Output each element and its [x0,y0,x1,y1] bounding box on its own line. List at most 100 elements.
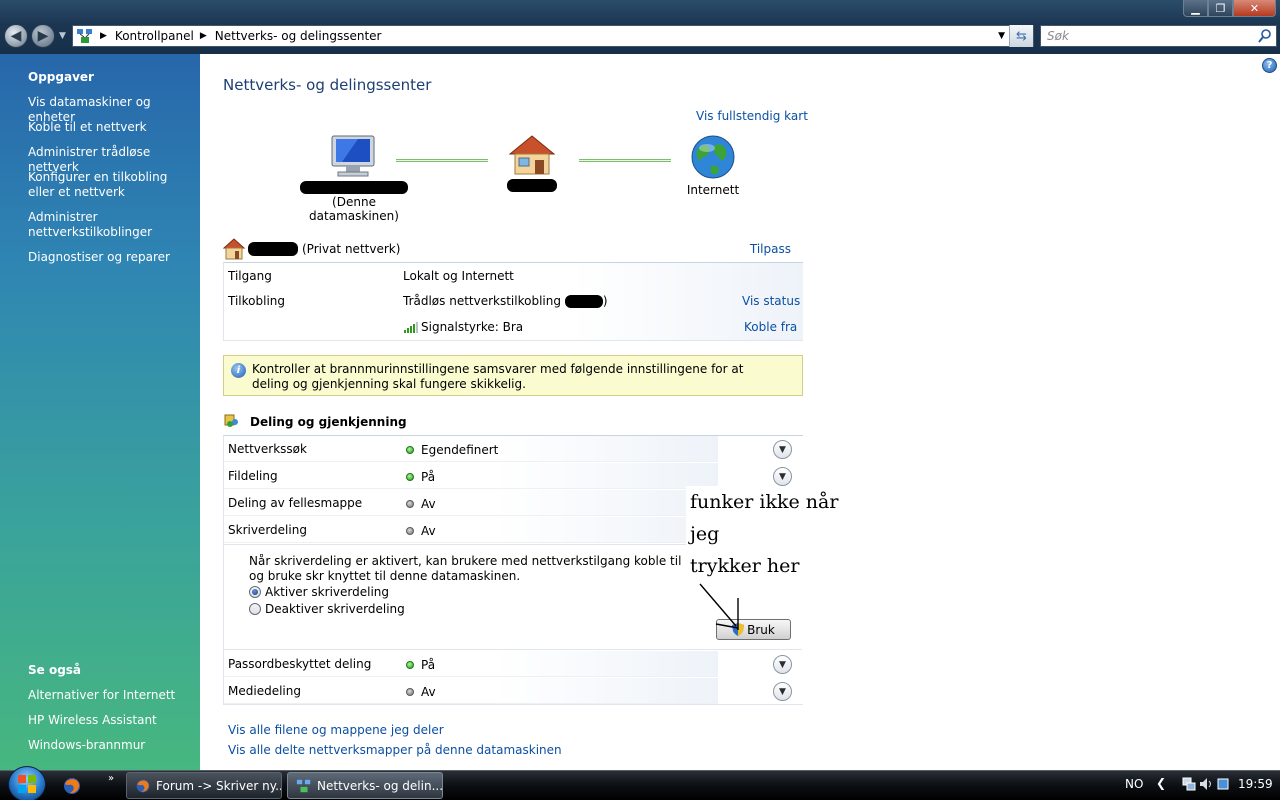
see-also-internet-options[interactable]: Alternativer for Internett [28,688,196,703]
show-hidden-icons-button[interactable]: ❮ [1156,776,1166,790]
task-connect-network[interactable]: Koble til et nettverk [28,120,196,135]
network-type-label: (Privat nettverk) [302,242,401,256]
refresh-button[interactable]: ⇆ [1009,25,1033,47]
tasks-heading: Oppgaver [28,70,94,84]
close-button[interactable]: ✕ [1233,0,1276,17]
printer-sharing-description: Når skriverdeling er aktivert, kan bruke… [249,554,682,583]
redacted-network-name [507,179,557,192]
full-map-link[interactable]: Vis fullstendig kart [696,109,808,123]
address-dropdown-icon[interactable]: ▼ [998,31,1005,41]
arrow-left-icon: ◀ [10,28,22,44]
task-manage-connections[interactable]: Administrer nettverkstilkoblinger [28,210,196,240]
radio-button[interactable] [249,603,261,615]
view-status-link[interactable]: Vis status [742,294,800,308]
see-also-firewall[interactable]: Windows-brannmur [28,738,196,753]
status-off-icon [406,688,414,696]
computer-label: (Denne datamaskinen) [309,195,399,223]
battery-tray-icon[interactable] [1216,777,1230,791]
status-off-icon [406,500,414,508]
expand-file-sharing-button[interactable]: ▼ [773,467,792,486]
page-title: Nettverks- og delingssenter [223,76,432,94]
printer-sharing-label: Skriverdeling [228,523,307,537]
media-sharing-label: Mediedeling [228,684,301,698]
status-on-icon [406,473,414,481]
network-center-icon [296,779,311,792]
house-icon [508,135,556,175]
recent-pages-dropdown[interactable]: ▼ [59,31,66,41]
task-setup-connection[interactable]: Konfigurer en tilkobling eller et nettve… [28,170,196,200]
see-also-heading: Se også [28,663,82,677]
sharing-section-title: Deling og gjenkjenning [250,415,407,429]
customize-link[interactable]: Tilpass [750,242,791,256]
taskbar-button-firefox[interactable]: Forum -> Skriver ny... [126,772,282,799]
firewall-info-text: Kontroller at brannmurinnstillingene sam… [252,362,744,391]
map-node-network[interactable] [500,134,564,193]
search-icon[interactable] [1257,28,1273,44]
arrow-right-icon: ▶ [37,28,49,44]
map-node-computer[interactable]: (Denne datamaskinen) [292,134,416,223]
quick-launch-more-icon[interactable]: » [108,773,114,784]
network-header: (Privat nettverk) Tilpass [223,238,803,262]
printer-sharing-status: Av [421,524,436,538]
enable-printer-sharing-label[interactable]: Aktiver skriverdeling [265,585,389,599]
back-button[interactable]: ◀ [4,24,28,48]
system-tray-icons [1182,777,1230,791]
apply-button-label: Bruk [747,622,775,637]
disable-printer-sharing-option[interactable]: Deaktiver skriverdeling [249,602,405,616]
view-shared-folders-link[interactable]: Vis alle delte nettverksmapper på denne … [228,743,562,757]
info-icon: i [231,363,246,378]
taskbar-button-label: Nettverks- og delin... [317,778,443,793]
sharing-icon [224,414,238,427]
file-sharing-label: Fildeling [228,469,278,483]
chevron-down-icon: ▼ [779,444,786,455]
redacted-network-name [248,242,298,256]
clock[interactable]: 19:59 [1238,777,1273,791]
expand-media-sharing-button[interactable]: ▼ [773,682,792,701]
map-connection-line [579,159,671,162]
window-controls: ▁ ❐ ✕ [1183,0,1276,17]
status-on-icon [406,446,414,454]
media-sharing-status: Av [421,685,436,699]
disable-printer-sharing-label[interactable]: Deaktiver skriverdeling [265,602,405,616]
breadcrumb-separator[interactable]: ▶ [200,31,207,41]
expand-network-discovery-button[interactable]: ▼ [773,440,792,459]
access-value: Lokalt og Internett [403,269,514,283]
address-bar[interactable]: ▶ Kontrollpanel ▶ Nettverks- og delingss… [72,25,1034,47]
annotation-line-2: trykker her [690,555,800,577]
start-button[interactable] [8,766,46,800]
view-shared-files-link[interactable]: Vis alle filene og mappene jeg deler [228,723,444,737]
volume-tray-icon[interactable] [1199,777,1213,791]
enable-printer-sharing-option[interactable]: Aktiver skriverdeling [249,585,389,599]
redacted-connection-name [564,295,603,308]
language-indicator[interactable]: NO [1125,777,1143,791]
password-sharing-label: Passordbeskyttet deling [228,657,372,671]
task-diagnose-repair[interactable]: Diagnostiser og reparer [28,250,196,265]
map-connection-line [396,159,488,162]
network-center-icon [77,29,92,43]
chevron-down-icon: ▼ [779,471,786,482]
minimize-button[interactable]: ▁ [1183,0,1208,17]
breadcrumb-separator[interactable]: ▶ [100,31,107,41]
help-icon[interactable]: ? [1262,58,1277,73]
firefox-icon[interactable] [62,776,82,796]
search-input[interactable]: Søk [1040,25,1277,47]
breadcrumb-network-center[interactable]: Nettverks- og delingssenter [215,29,382,43]
firewall-info-bar: i Kontroller at brannmurinnstillingene s… [223,355,803,396]
network-tray-icon[interactable] [1182,777,1196,791]
map-node-internet[interactable]: Internett [682,134,744,197]
connection-suffix: ) [602,294,608,308]
expand-password-sharing-button[interactable]: ▼ [773,655,792,674]
connection-label: Tilkobling [228,294,285,308]
disconnect-link[interactable]: Koble fra [744,320,797,334]
signal-strength: Signalstyrke: Bra [403,320,523,334]
maximize-button[interactable]: ❐ [1208,0,1233,17]
computer-icon [331,135,375,177]
globe-icon [691,135,735,179]
taskbar-button-network-center[interactable]: Nettverks- og delin... [287,772,443,799]
forward-button[interactable]: ▶ [31,24,55,48]
breadcrumb-control-panel[interactable]: Kontrollpanel [115,29,194,43]
radio-button-checked[interactable] [249,586,261,598]
chevron-down-icon: ▼ [779,659,786,670]
connection-name: Trådløs nettverkstilkobling [403,294,561,308]
see-also-hp-wireless[interactable]: HP Wireless Assistant [28,713,196,728]
